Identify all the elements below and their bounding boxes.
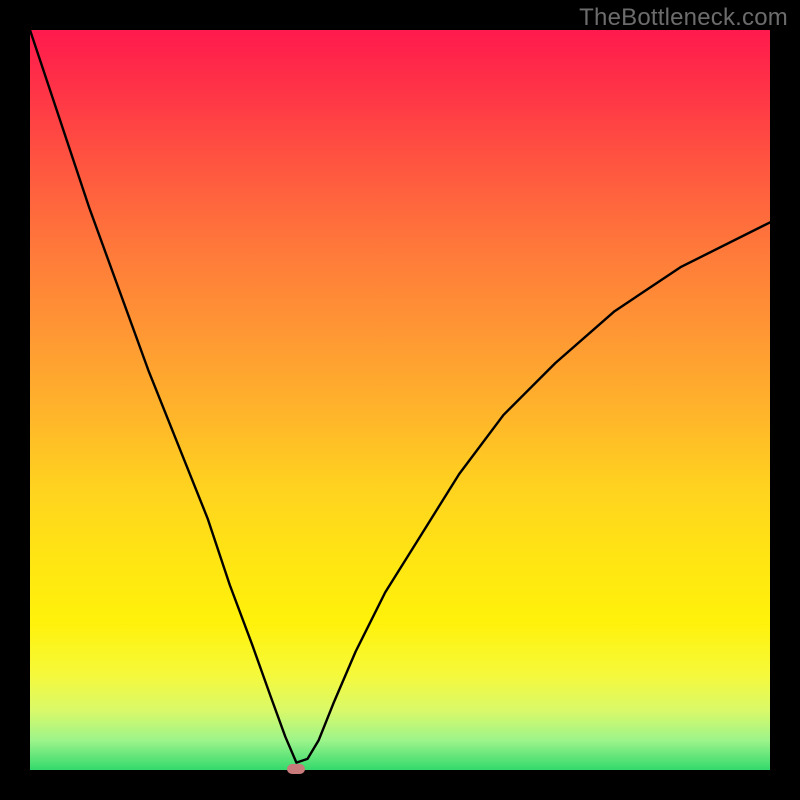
chart-frame: TheBottleneck.com [0,0,800,800]
watermark-text: TheBottleneck.com [579,4,788,32]
minimum-marker [287,764,305,774]
bottleneck-curve [30,30,770,763]
chart-curve-layer [30,30,770,770]
